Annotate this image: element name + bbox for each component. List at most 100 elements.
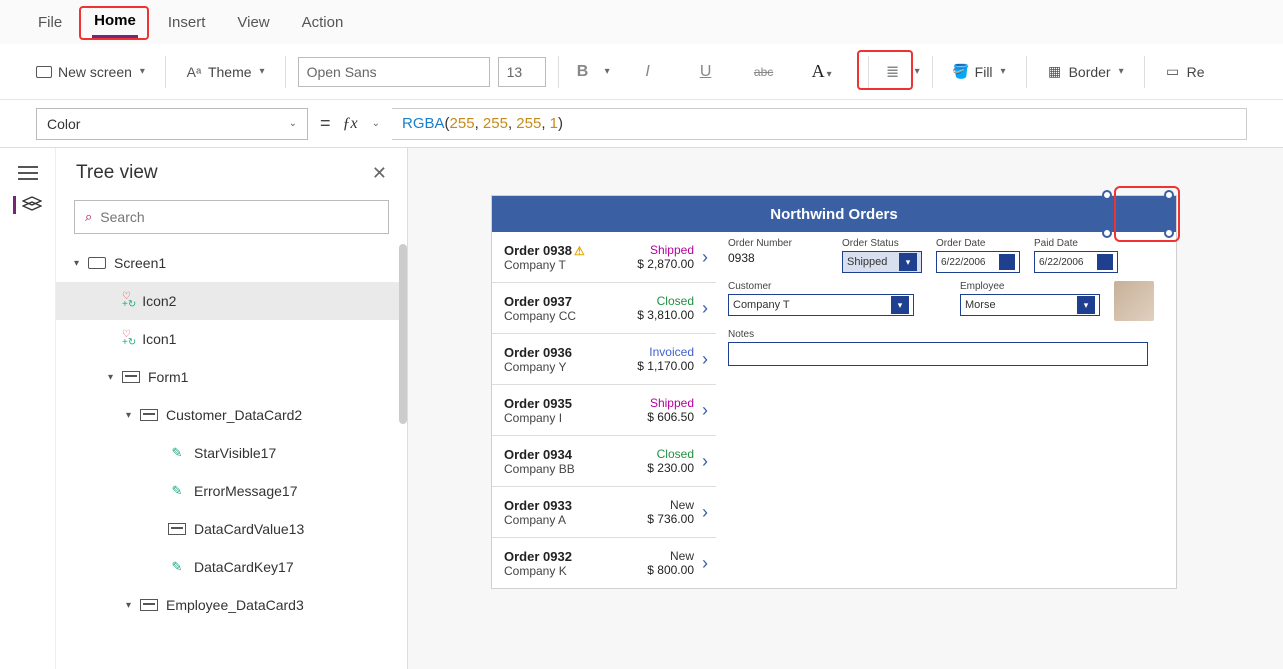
- app-header: Northwind Orders ✕: [492, 196, 1176, 232]
- menu-home[interactable]: Home: [92, 6, 138, 38]
- tree: ▾Screen1♡+↻Icon2♡+↻Icon1▾Form1▾Customer_…: [56, 244, 407, 669]
- order-row[interactable]: Order 0933Company ANew$ 736.00›: [492, 487, 716, 538]
- order-id: Order 0938⚠: [504, 243, 637, 258]
- hamburger-icon[interactable]: [18, 166, 38, 180]
- bold-button[interactable]: B: [571, 59, 595, 85]
- card-icon: [140, 408, 158, 422]
- paid-date-input[interactable]: 6/22/2006: [1034, 251, 1118, 273]
- paint-bucket-icon: 🪣: [953, 64, 969, 80]
- card-icon: [168, 522, 186, 536]
- tree-node-label: Customer_DataCard2: [166, 407, 302, 423]
- italic-button[interactable]: I: [636, 59, 660, 85]
- order-row[interactable]: Order 0934Company BBClosed$ 230.00›: [492, 436, 716, 487]
- scrollbar[interactable]: [399, 244, 407, 424]
- menu-file[interactable]: File: [36, 8, 64, 37]
- calendar-icon: [1097, 254, 1113, 270]
- state-icons: ♡+↻: [122, 331, 136, 347]
- canvas-area: Northwind Orders ✕ Order 0938⚠Company TS…: [408, 148, 1283, 669]
- property-name: Color: [47, 116, 80, 132]
- close-icon[interactable]: ✕: [372, 163, 387, 184]
- chevron-down-icon: ▾: [1001, 66, 1006, 77]
- menu-action[interactable]: Action: [300, 8, 346, 37]
- tree-node-label: DataCardKey17: [194, 559, 294, 575]
- tree-node-screen1[interactable]: ▾Screen1: [56, 244, 407, 282]
- chevron-down-icon: ▾: [899, 253, 917, 271]
- left-rail: [0, 148, 56, 669]
- fx-icon[interactable]: ƒx: [343, 115, 358, 133]
- new-screen-button[interactable]: New screen ▾: [28, 58, 153, 86]
- screen-icon: [36, 64, 52, 80]
- order-status-label: Order Status: [842, 238, 922, 249]
- order-date-input[interactable]: 6/22/2006: [936, 251, 1020, 273]
- caret-icon: ▾: [126, 410, 136, 421]
- order-company: Company Y: [504, 360, 637, 374]
- formula-bar: Color ⌄ = ƒx ⌄ RGBA(255, 255, 255, 1): [0, 100, 1283, 148]
- customer-select[interactable]: Company T▾: [728, 294, 914, 316]
- strikethrough-button[interactable]: abc: [752, 61, 776, 83]
- notes-label: Notes: [728, 329, 1164, 340]
- chevron-right-icon: ›: [702, 400, 708, 421]
- order-amount: $ 1,170.00: [637, 359, 694, 373]
- font-size-input[interactable]: [498, 57, 546, 87]
- chevron-down-icon: ⌄: [372, 118, 380, 129]
- order-amount: $ 230.00: [647, 461, 694, 475]
- tree-node-datacardvalue13[interactable]: DataCardValue13: [56, 510, 407, 548]
- order-id: Order 0933: [504, 498, 647, 513]
- order-status-select[interactable]: Shipped▾: [842, 251, 922, 273]
- order-date-label: Order Date: [936, 238, 1020, 249]
- order-status: Shipped: [637, 243, 694, 257]
- tree-node-customer_datacard2[interactable]: ▾ Customer_DataCard2: [56, 396, 407, 434]
- tree-node-errormessage17[interactable]: ✎ErrorMessage17: [56, 472, 407, 510]
- order-company: Company I: [504, 411, 647, 425]
- caret-icon: ▾: [108, 372, 118, 383]
- font-color-button[interactable]: A▾: [806, 59, 838, 84]
- theme-button[interactable]: Aᵃ Theme ▾: [178, 58, 273, 86]
- search-input[interactable]: [100, 209, 378, 225]
- card-icon: [140, 598, 158, 612]
- equals-sign: =: [320, 113, 331, 134]
- employee-select[interactable]: Morse▾: [960, 294, 1100, 316]
- order-status: New: [647, 549, 694, 563]
- orders-list[interactable]: Order 0938⚠Company TShipped$ 2,870.00›Or…: [492, 232, 716, 588]
- tree-node-datacardkey17[interactable]: ✎DataCardKey17: [56, 548, 407, 586]
- pencil-icon: ✎: [168, 446, 186, 460]
- tree-node-icon1[interactable]: ♡+↻Icon1: [56, 320, 407, 358]
- order-row[interactable]: Order 0936Company YInvoiced$ 1,170.00›: [492, 334, 716, 385]
- align-button[interactable]: ≣: [881, 58, 905, 86]
- order-company: Company CC: [504, 309, 637, 323]
- tree-node-employee_datacard3[interactable]: ▾Employee_DataCard3: [56, 586, 407, 624]
- chevron-right-icon: ›: [702, 451, 708, 472]
- order-row[interactable]: Order 0932Company KNew$ 800.00›: [492, 538, 716, 588]
- underline-button[interactable]: U: [694, 59, 718, 85]
- order-id: Order 0934: [504, 447, 647, 462]
- chevron-down-icon: ▾: [827, 69, 832, 80]
- warning-icon: ⚠: [574, 244, 585, 258]
- order-row[interactable]: Order 0935Company IShipped$ 606.50›: [492, 385, 716, 436]
- tree-node-form1[interactable]: ▾Form1: [56, 358, 407, 396]
- menu-insert[interactable]: Insert: [166, 8, 208, 37]
- property-selector[interactable]: Color ⌄: [36, 108, 308, 140]
- tree-node-label: DataCardValue13: [194, 521, 304, 537]
- order-company: Company BB: [504, 462, 647, 476]
- tree-node-starvisible17[interactable]: ✎StarVisible17: [56, 434, 407, 472]
- formula-input[interactable]: RGBA(255, 255, 255, 1): [392, 108, 1247, 140]
- order-row[interactable]: Order 0937Company CCClosed$ 3,810.00›: [492, 283, 716, 334]
- employee-label: Employee: [960, 281, 1100, 292]
- chevron-down-icon: ▾: [915, 66, 920, 77]
- tree-search[interactable]: ⌕: [74, 200, 389, 234]
- chevron-right-icon: ›: [702, 502, 708, 523]
- border-button[interactable]: ▦ Border ▾: [1039, 58, 1132, 86]
- ribbon: New screen ▾ Aᵃ Theme ▾ B ▾ I U abc A▾ ≣ ▾…: [0, 44, 1283, 100]
- font-name-input[interactable]: [298, 57, 490, 87]
- border-icon: ▦: [1047, 64, 1063, 80]
- notes-input[interactable]: [728, 342, 1148, 366]
- chevron-right-icon: ›: [702, 247, 708, 268]
- reorder-button[interactable]: ▭ Re: [1157, 58, 1213, 86]
- order-row[interactable]: Order 0938⚠Company TShipped$ 2,870.00›: [492, 232, 716, 283]
- tree-node-icon2[interactable]: ♡+↻Icon2: [56, 282, 407, 320]
- fill-button[interactable]: 🪣 Fill ▾: [945, 58, 1014, 86]
- menu-view[interactable]: View: [235, 8, 271, 37]
- order-number-value: 0938: [728, 251, 828, 265]
- border-label: Border: [1069, 64, 1111, 80]
- tree-view-icon[interactable]: [13, 196, 33, 214]
